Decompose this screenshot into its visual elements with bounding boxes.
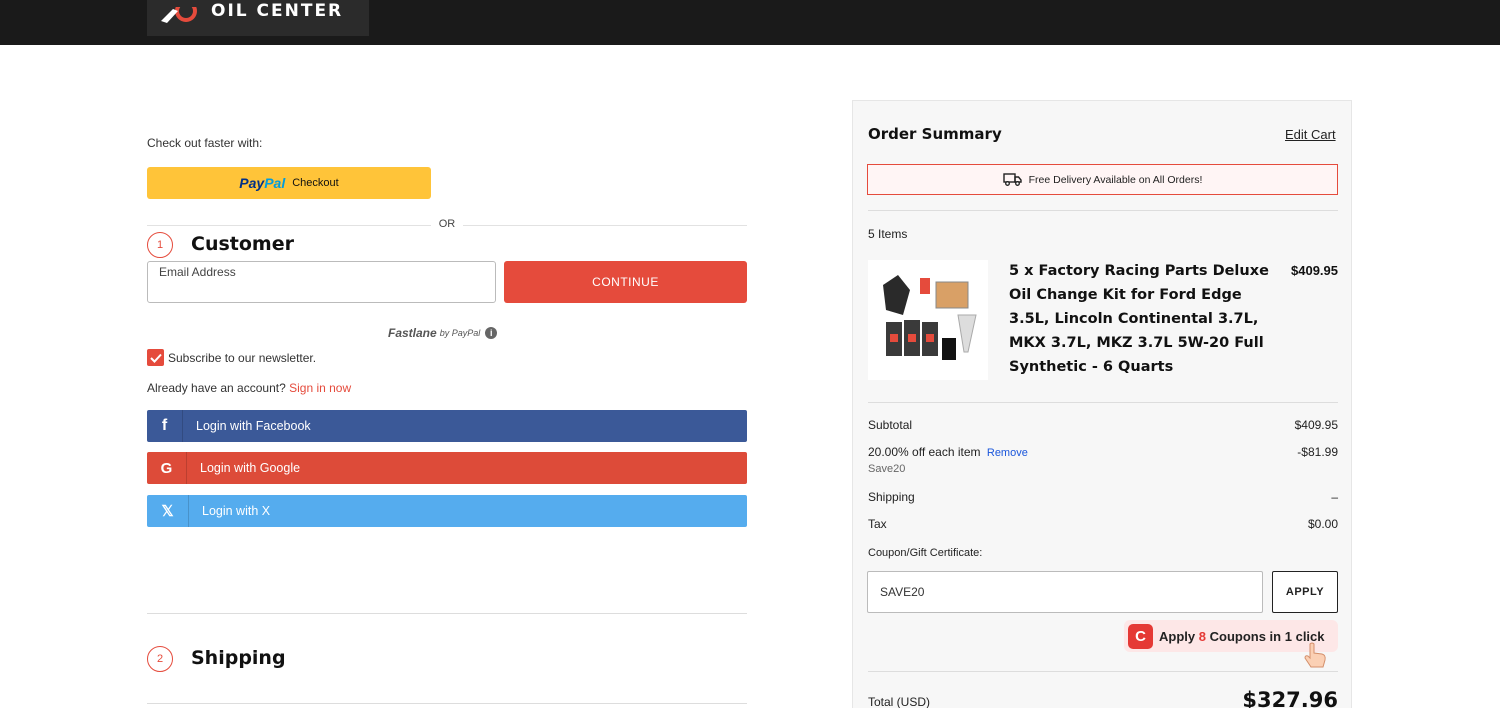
- paypal-checkout-label: Checkout: [292, 177, 339, 189]
- sign-in-link[interactable]: Sign in now: [289, 381, 351, 395]
- logo-wrench-icon: [159, 0, 197, 29]
- login-google-button[interactable]: G Login with Google: [147, 452, 747, 484]
- free-delivery-text: Free Delivery Available on All Orders!: [1028, 173, 1203, 186]
- subtotal-label: Subtotal: [868, 418, 913, 432]
- coupon-ext-prefix: Apply: [1159, 628, 1196, 644]
- section-divider: [147, 703, 747, 704]
- coupon-ext-middle: Coupons in: [1209, 628, 1282, 644]
- top-header: OIL CENTER: [0, 0, 1500, 45]
- apply-coupon-button[interactable]: APPLY: [1272, 571, 1338, 613]
- remove-discount-link[interactable]: Remove: [987, 447, 1028, 459]
- tax-label: Tax: [868, 517, 887, 531]
- continue-button[interactable]: CONTINUE: [504, 261, 747, 303]
- discount-value: -$81.99: [1297, 445, 1338, 459]
- product-image: [868, 260, 988, 380]
- checkout-faster-label: Check out faster with:: [147, 136, 263, 150]
- fastlane-by-label: by PayPal: [439, 328, 481, 338]
- account-prompt: Already have an account? Sign in now: [147, 381, 351, 395]
- x-icon: 𝕏: [147, 495, 189, 527]
- section-divider: [147, 613, 747, 614]
- facebook-icon: f: [147, 410, 183, 442]
- total-label: Total (USD): [868, 695, 931, 708]
- product-name[interactable]: 5 x Factory Racing Parts Deluxe Oil Chan…: [1009, 259, 1271, 379]
- or-label: OR: [431, 218, 463, 230]
- discount-row: 20.00% off each item Remove: [868, 445, 1028, 459]
- site-logo[interactable]: OIL CENTER: [147, 0, 369, 36]
- pointer-hand-icon: [1304, 642, 1326, 668]
- coupon-ext-clicks: 1: [1284, 628, 1292, 644]
- shipping-label: Shipping: [868, 490, 915, 504]
- newsletter-checkbox[interactable]: [147, 349, 164, 366]
- total-value: $327.96: [1242, 688, 1338, 708]
- email-field[interactable]: Email Address: [147, 261, 496, 303]
- login-google-label: Login with Google: [200, 461, 301, 475]
- coupon-extension-logo-icon: C: [1128, 623, 1153, 649]
- summary-divider: [868, 671, 1338, 672]
- free-delivery-banner: Free Delivery Available on All Orders!: [867, 164, 1338, 195]
- edit-cart-link[interactable]: Edit Cart: [1285, 127, 1336, 142]
- coupon-input[interactable]: SAVE20: [867, 571, 1263, 613]
- truck-icon: [1002, 173, 1022, 186]
- summary-divider: [868, 210, 1338, 211]
- oil-kit-image-icon: [883, 275, 977, 360]
- fastlane-badge: Fastlane by PayPal i: [388, 326, 498, 340]
- discount-code: Save20: [868, 463, 906, 475]
- shipping-value: –: [1331, 490, 1338, 504]
- login-facebook-label: Login with Facebook: [196, 419, 311, 433]
- paypal-logo-pay: Pay: [239, 175, 265, 191]
- items-count: 5 Items: [868, 227, 908, 241]
- coupon-ext-count: 8: [1198, 628, 1206, 644]
- order-summary-title: Order Summary: [868, 125, 1002, 143]
- newsletter-label: Subscribe to our newsletter.: [168, 351, 317, 365]
- login-x-button[interactable]: 𝕏 Login with X: [147, 495, 747, 527]
- email-field-label: Email Address: [159, 265, 236, 279]
- logo-text: OIL CENTER: [211, 1, 344, 21]
- step-number-shipping: 2: [147, 646, 173, 672]
- fastlane-label: Fastlane: [388, 326, 437, 340]
- checkmark-icon: [149, 353, 162, 363]
- login-facebook-button[interactable]: f Login with Facebook: [147, 410, 747, 442]
- paypal-checkout-button[interactable]: Pay Pal Checkout: [147, 167, 431, 199]
- account-prompt-text: Already have an account?: [147, 381, 286, 395]
- login-x-label: Login with X: [202, 504, 271, 518]
- tax-value: $0.00: [1307, 517, 1338, 531]
- paypal-logo-pal: Pal: [264, 175, 286, 191]
- subtotal-value: $409.95: [1294, 418, 1338, 432]
- summary-divider: [868, 402, 1338, 403]
- google-icon: G: [147, 452, 187, 484]
- discount-label: 20.00% off each item: [868, 445, 981, 459]
- coupon-label: Coupon/Gift Certificate:: [868, 547, 983, 559]
- shipping-heading: Shipping: [191, 647, 286, 669]
- step-number-customer: 1: [147, 232, 173, 258]
- product-price: $409.95: [1291, 263, 1338, 278]
- info-icon[interactable]: i: [485, 327, 498, 339]
- customer-heading: Customer: [191, 233, 294, 255]
